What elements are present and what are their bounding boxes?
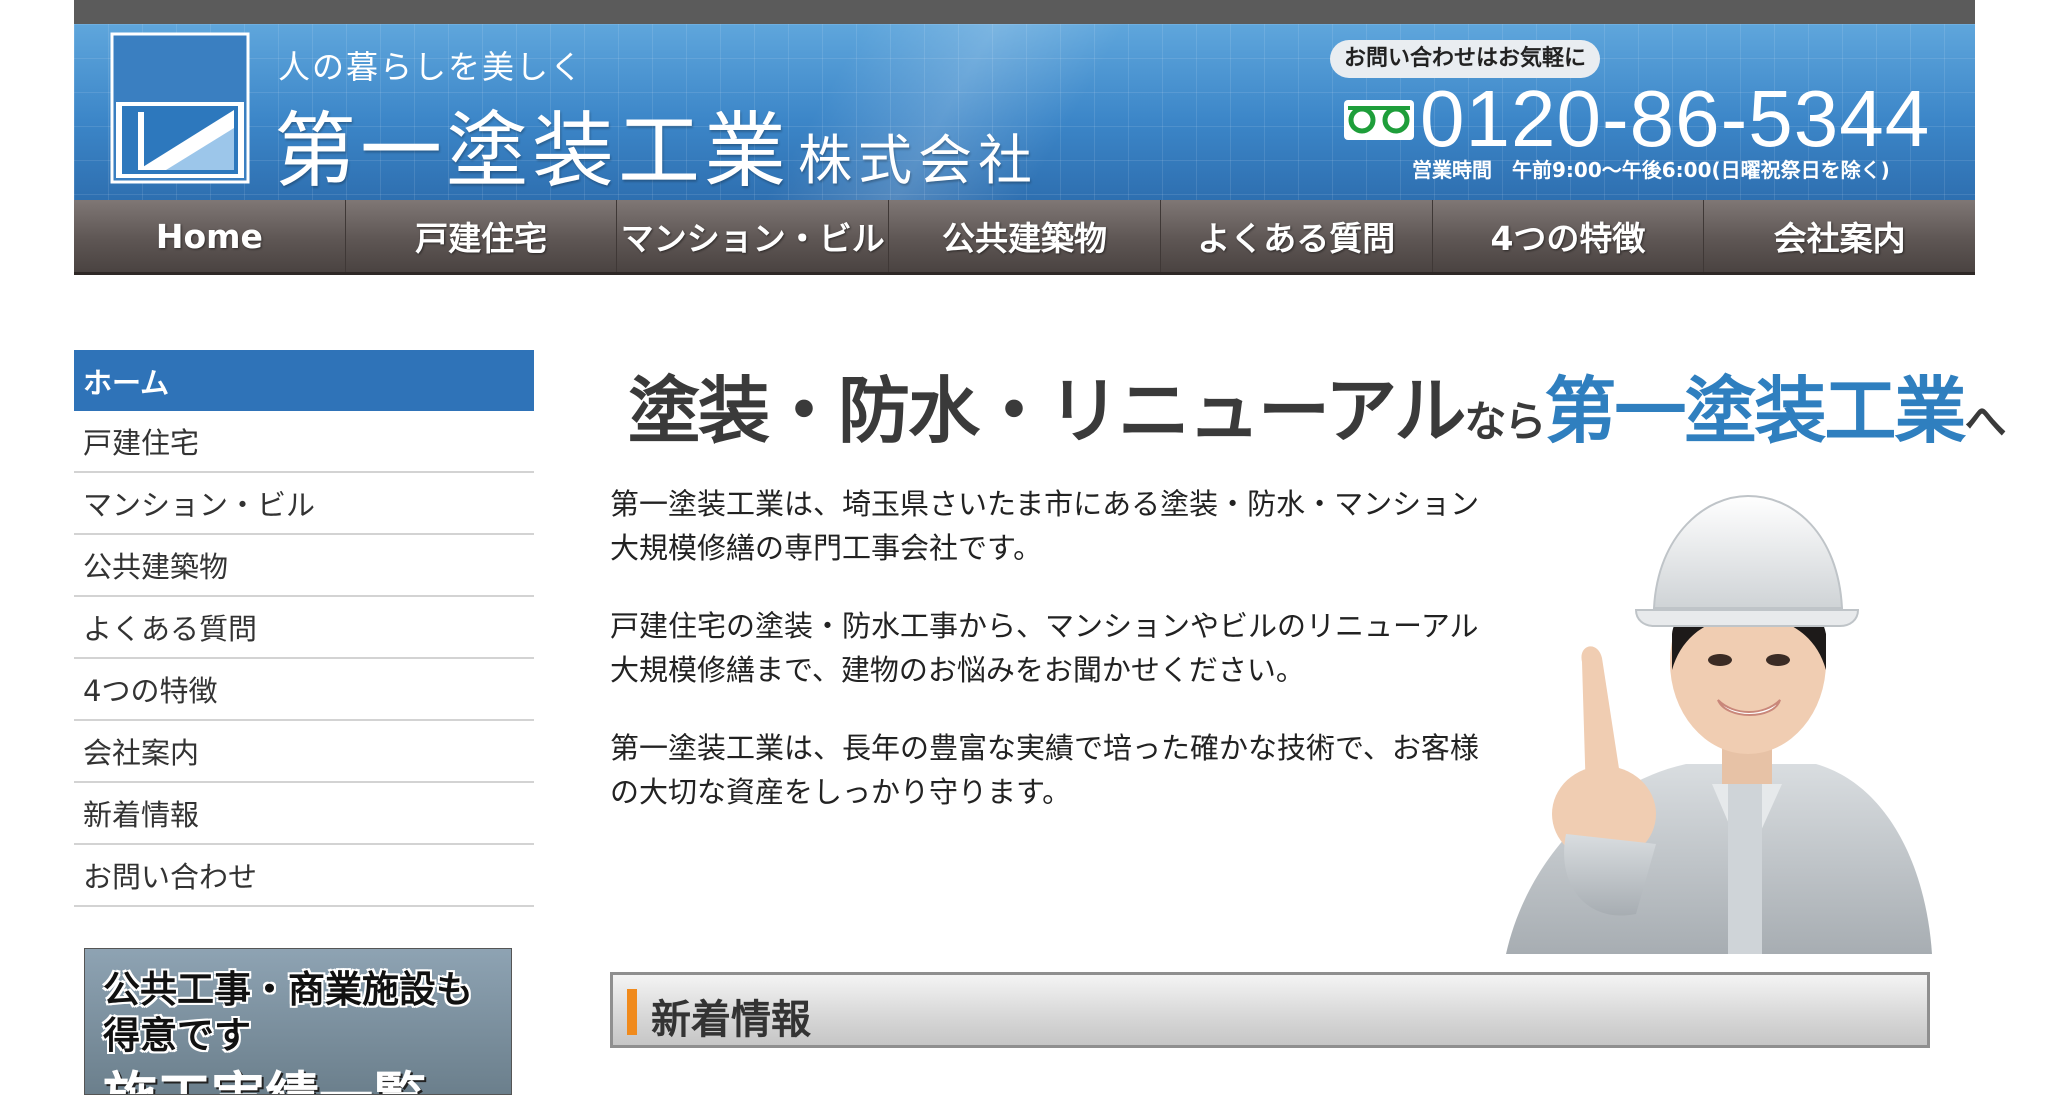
paragraph-line: 大規模修繕まで、建物のお悩みをお聞かせください。 bbox=[610, 653, 1305, 687]
sidebar-item-mansion-building[interactable]: マンション・ビル bbox=[74, 473, 534, 535]
business-hours: 営業時間 午前9:00〜午後6:00(日曜祝祭日を除く) bbox=[1412, 158, 1890, 182]
intro-paragraph: 戸建住宅の塗装・防水工事から、マンションやビルのリニューアル 大規模修繕まで、建… bbox=[610, 604, 1510, 692]
sidebar-item-features[interactable]: 4つの特徴 bbox=[74, 659, 534, 721]
sidebar-item-home[interactable]: ホーム bbox=[74, 350, 534, 411]
hero-heading: 塗装・防水・リニューアルなら第一塗装工業へ bbox=[628, 366, 2006, 467]
hero-part-2: なら bbox=[1464, 397, 1546, 446]
paragraph-line: 大規模修繕の専門工事会社です。 bbox=[610, 531, 1043, 565]
nav-item-home[interactable]: Home bbox=[74, 200, 346, 272]
nav-item-mansion-building[interactable]: マンション・ビル bbox=[617, 200, 890, 272]
company-name[interactable]: 第一塗装工業 株式会社 bbox=[274, 84, 1038, 200]
contact-prompt-badge: お問い合わせはお気軽に bbox=[1330, 40, 1601, 78]
freedial-icon bbox=[1344, 100, 1414, 140]
sidebar-item-contact[interactable]: お問い合わせ bbox=[74, 845, 534, 907]
paragraph-line: 戸建住宅の塗装・防水工事から、マンションやビルのリニューアル bbox=[610, 609, 1479, 643]
nav-item-detached-houses[interactable]: 戸建住宅 bbox=[346, 200, 618, 272]
nav-item-features[interactable]: 4つの特徴 bbox=[1433, 200, 1705, 272]
intro-paragraph: 第一塗装工業は、長年の豊富な実績で培った確かな技術で、お客様 の大切な資産をしっ… bbox=[610, 726, 1510, 814]
sidebar-item-news[interactable]: 新着情報 bbox=[74, 783, 534, 845]
paragraph-line: の大切な資産をしっかり守ります。 bbox=[610, 775, 1072, 809]
sidebar-menu: ホーム 戸建住宅 マンション・ビル 公共建築物 よくある質問 4つの特徴 会社案… bbox=[74, 350, 534, 907]
hero-part-3: 第一塗装工業 bbox=[1544, 369, 1966, 453]
worker-photo bbox=[1506, 494, 1932, 954]
company-name-main: 第一塗装工業 bbox=[274, 104, 791, 199]
sidebar-item-public-buildings[interactable]: 公共建築物 bbox=[74, 535, 534, 597]
hero-part-4: へ bbox=[1964, 397, 2006, 446]
works-banner[interactable]: 公共工事・商業施設も 得意です 施工実績一覧 bbox=[84, 948, 512, 1095]
sidebar-item-faq[interactable]: よくある質問 bbox=[74, 597, 534, 659]
banner-line-3: 施工実績一覧 bbox=[103, 1053, 427, 1094]
paragraph-line: 第一塗装工業は、長年の豊富な実績で培った確かな技術で、お客様 bbox=[610, 731, 1479, 765]
intro-paragraph: 第一塗装工業は、埼玉県さいたま市にある塗装・防水・マンション 大規模修繕の専門工… bbox=[610, 482, 1510, 570]
hero-part-1: 塗装・防水・リニューアル bbox=[628, 369, 1466, 453]
nav-item-faq[interactable]: よくある質問 bbox=[1161, 200, 1433, 272]
header-tagline: 人の暮らしを美しく bbox=[278, 48, 585, 86]
paragraph-line: 第一塗装工業は、埼玉県さいたま市にある塗装・防水・マンション bbox=[610, 487, 1480, 521]
site-header: 人の暮らしを美しく 第一塗装工業 株式会社 お問い合わせはお気軽に 0120-86… bbox=[74, 24, 1975, 200]
heading-accent-bar bbox=[627, 989, 637, 1035]
sidebar-item-detached-houses[interactable]: 戸建住宅 bbox=[74, 411, 534, 473]
phone-number[interactable]: 0120-86-5344 bbox=[1420, 74, 1930, 164]
top-bar bbox=[74, 0, 1975, 24]
news-section-header: 新着情報 bbox=[610, 972, 1930, 1048]
banner-line-2: 得意です bbox=[103, 1014, 251, 1057]
company-name-suffix: 株式会社 bbox=[798, 129, 1039, 192]
nav-item-company[interactable]: 会社案内 bbox=[1704, 200, 1975, 272]
sidebar-item-company[interactable]: 会社案内 bbox=[74, 721, 534, 783]
company-logo-icon[interactable] bbox=[110, 32, 250, 184]
news-heading: 新着情報 bbox=[651, 997, 811, 1043]
main-nav: Home 戸建住宅 マンション・ビル 公共建築物 よくある質問 4つの特徴 会社… bbox=[74, 200, 1975, 275]
nav-item-public-buildings[interactable]: 公共建築物 bbox=[889, 200, 1161, 272]
